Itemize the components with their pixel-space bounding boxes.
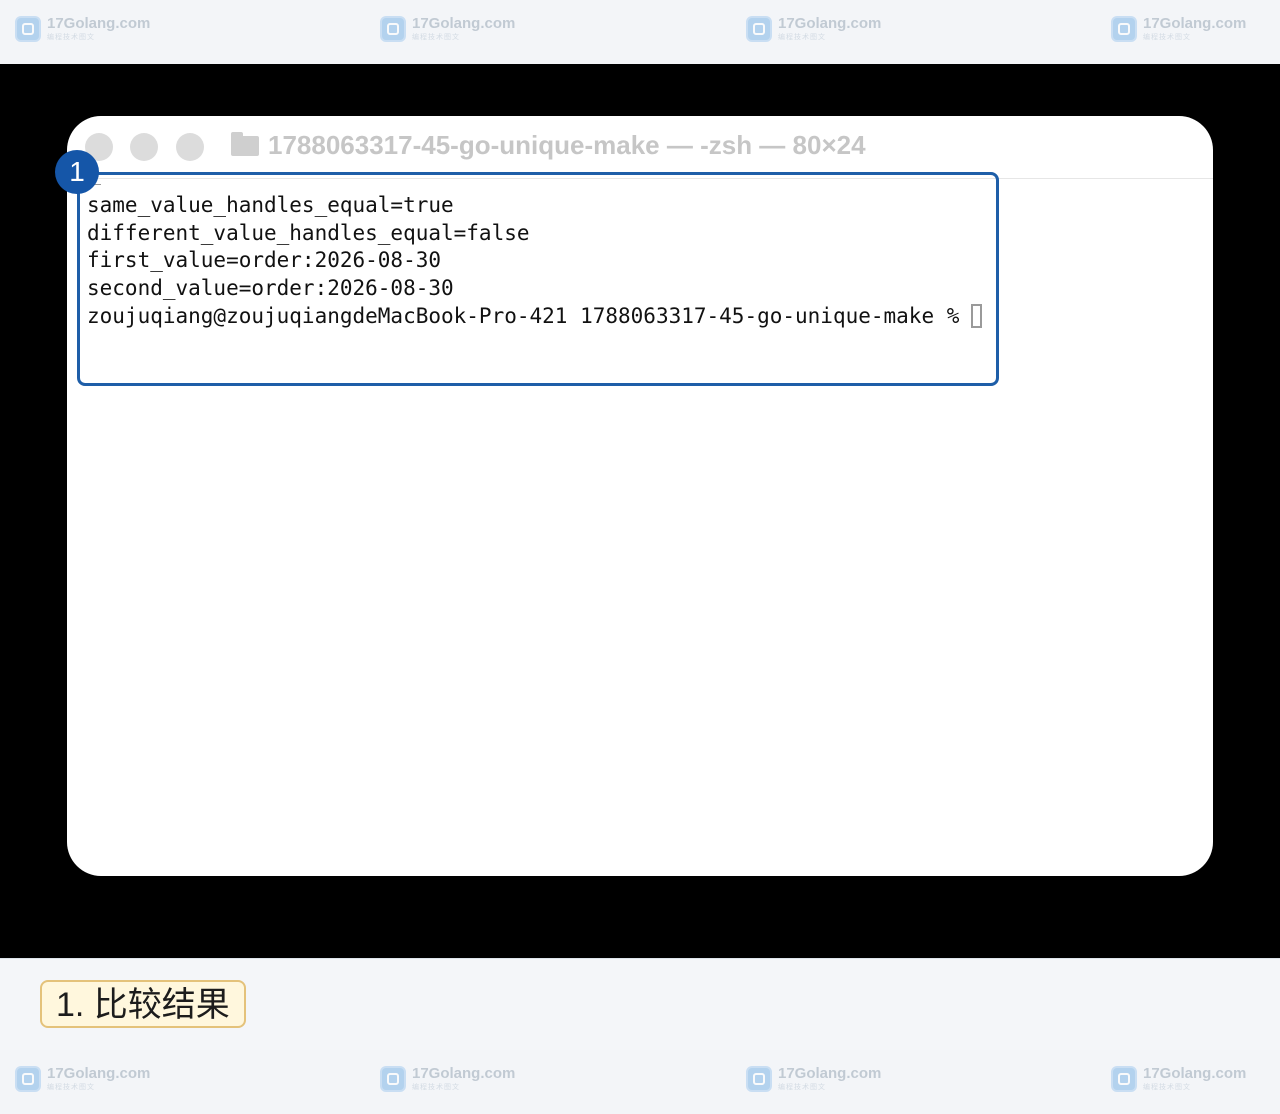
- site-logo-icon: [380, 16, 406, 42]
- watermark: 17Golang.com 编程技术图文: [1111, 1066, 1246, 1096]
- step-badge: 1: [55, 150, 99, 194]
- watermark-subtext: 编程技术图文: [1143, 34, 1191, 41]
- site-logo-icon: [1111, 16, 1137, 42]
- watermark: 17Golang.com 编程技术图文: [380, 1066, 515, 1096]
- watermark-subtext: 编程技术图文: [778, 1084, 826, 1091]
- watermark-subtext: 编程技术图文: [412, 34, 460, 41]
- window-titlebar[interactable]: 1788063317-45-go-unique-make — -zsh — 80…: [67, 116, 1213, 179]
- watermark: 17Golang.com 编程技术图文: [380, 16, 515, 46]
- watermark-text: 17Golang.com: [412, 15, 516, 32]
- window-title: 1788063317-45-go-unique-make — -zsh — 80…: [268, 130, 866, 160]
- site-logo-icon: [746, 1066, 772, 1092]
- site-logo-icon: [380, 1066, 406, 1092]
- watermark-subtext: 编程技术图文: [47, 1084, 95, 1091]
- site-logo-icon: [1111, 1066, 1137, 1092]
- watermark-text: 17Golang.com: [1143, 1065, 1247, 1082]
- watermark-text: 17Golang.com: [1143, 15, 1247, 32]
- caption-area: 1. 比较结果: [0, 958, 1280, 1051]
- watermark: 17Golang.com 编程技术图文: [15, 16, 150, 46]
- watermark-subtext: 编程技术图文: [47, 34, 95, 41]
- watermark-text: 17Golang.com: [778, 1065, 882, 1082]
- site-logo-icon: [746, 16, 772, 42]
- site-logo-icon: [15, 16, 41, 42]
- zoom-button[interactable]: [176, 133, 204, 161]
- watermark: 17Golang.com 编程技术图文: [746, 16, 881, 46]
- watermark-text: 17Golang.com: [47, 1065, 151, 1082]
- watermark: 17Golang.com 编程技术图文: [15, 1066, 150, 1096]
- watermark-subtext: 编程技术图文: [412, 1084, 460, 1091]
- watermark-text: 17Golang.com: [47, 15, 151, 32]
- minimize-button[interactable]: [130, 133, 158, 161]
- watermark-text: 17Golang.com: [778, 15, 882, 32]
- watermark: 17Golang.com 编程技术图文: [1111, 16, 1246, 46]
- watermark-subtext: 编程技术图文: [1143, 1084, 1191, 1091]
- highlight-box: [77, 172, 999, 386]
- watermark-text: 17Golang.com: [412, 1065, 516, 1082]
- site-logo-icon: [15, 1066, 41, 1092]
- watermark-band-top: 17Golang.com 编程技术图文 17Golang.com 编程技术图文 17…: [0, 0, 1280, 64]
- watermark-band-bottom: 17Golang.com 编程技术图文 17Golang.com 编程技术图文 17…: [0, 1050, 1280, 1114]
- watermark-subtext: 编程技术图文: [778, 34, 826, 41]
- step-caption: 1. 比较结果: [40, 980, 246, 1028]
- folder-icon: [231, 132, 259, 156]
- watermark: 17Golang.com 编程技术图文: [746, 1066, 881, 1096]
